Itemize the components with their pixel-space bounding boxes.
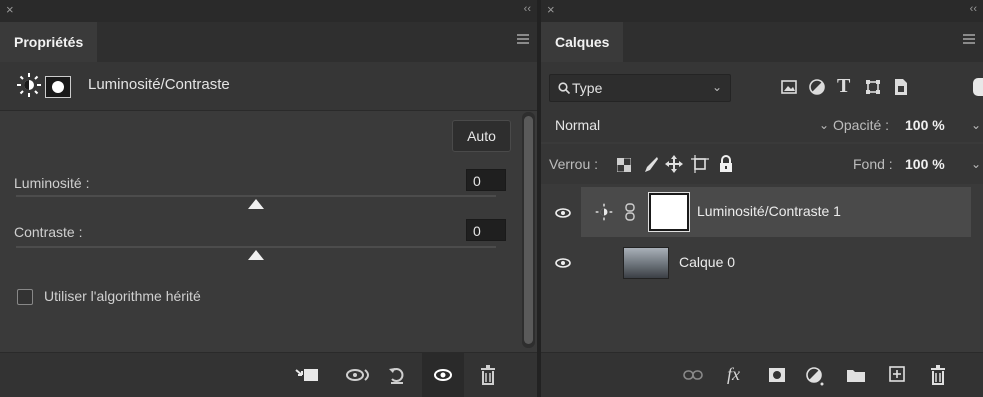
lock-row: Verrou : Fond : 100 % ⌄ [541, 144, 983, 184]
layer-visibility-eye-icon[interactable] [555, 258, 571, 268]
contrast-slider-track[interactable] [16, 246, 496, 248]
contrast-slider-thumb[interactable] [248, 250, 264, 260]
add-mask-icon[interactable] [769, 368, 785, 382]
auto-button[interactable]: Auto [452, 120, 511, 152]
properties-topbar: × ‹‹ [0, 0, 537, 22]
tab-properties[interactable]: Propriétés [0, 22, 98, 62]
type-filter-icon[interactable]: T [837, 75, 850, 98]
filter-type-value: Type [572, 80, 603, 96]
panel-menu-icon[interactable] [963, 34, 975, 45]
lock-label: Verrou : [549, 156, 599, 172]
trash-icon[interactable] [930, 365, 946, 385]
close-icon[interactable]: × [547, 2, 555, 17]
layer-name[interactable]: Luminosité/Contraste 1 [697, 203, 841, 219]
fill-label: Fond : [853, 156, 893, 172]
chevron-down-icon[interactable]: ⌄ [971, 118, 981, 132]
properties-panel: × ‹‹ Propriétés Luminosité/Contraste Aut… [0, 0, 537, 397]
fill-value[interactable]: 100 % [905, 156, 945, 172]
legacy-checkbox[interactable] [17, 289, 33, 305]
smart-object-filter-icon[interactable] [894, 78, 908, 96]
layer-row-background[interactable]: Calque 0 [581, 238, 971, 288]
search-icon [558, 82, 570, 94]
panel-menu-icon[interactable] [517, 34, 529, 45]
new-layer-icon[interactable] [889, 366, 905, 382]
brightness-adjustment-icon [595, 203, 613, 221]
layer-name[interactable]: Calque 0 [679, 254, 735, 270]
toggle-visibility-button[interactable] [422, 353, 464, 397]
lock-pixels-icon[interactable] [641, 156, 659, 174]
brightness-slider-thumb[interactable] [248, 199, 264, 209]
blend-row: Normal ⌄ Opacité : 100 % ⌄ [541, 112, 983, 142]
fx-icon[interactable]: fx [727, 364, 740, 385]
chevron-down-icon[interactable]: ⌄ [971, 157, 981, 171]
layers-panel: × ‹‹ Calques Type ⌄ T Normal ⌄ Opacité:… [541, 0, 983, 397]
chevron-down-icon: ⌄ [711, 80, 722, 94]
brightness-label: Luminosité : [14, 175, 90, 191]
layers-tab-row: Calques [541, 22, 983, 63]
opacity-label: Opacité : [833, 117, 890, 133]
view-previous-icon[interactable] [345, 367, 373, 383]
link-layers-icon[interactable] [683, 370, 703, 380]
layer-visibility-eye-icon[interactable] [555, 208, 571, 218]
brightness-icon [17, 73, 41, 97]
layer-mask-icon[interactable] [45, 76, 71, 98]
reset-icon[interactable] [387, 365, 407, 385]
tab-layers[interactable]: Calques [541, 22, 624, 62]
lock-artboard-icon[interactable] [691, 155, 709, 173]
new-adjustment-icon[interactable] [806, 367, 826, 387]
properties-tab-row: Propriétés [0, 22, 537, 63]
brightness-slider-track[interactable] [16, 195, 496, 197]
trash-icon[interactable] [480, 365, 496, 385]
adjustment-header: Luminosité/Contraste [0, 62, 537, 111]
layer-thumbnail[interactable] [623, 247, 669, 279]
contrast-label: Contraste : [14, 224, 83, 240]
adjustment-title: Luminosité/Contraste [88, 76, 230, 93]
layers-footer: fx [541, 352, 983, 397]
filter-type-select[interactable]: Type ⌄ [549, 74, 731, 102]
folder-icon[interactable] [847, 368, 865, 382]
lock-transparency-icon[interactable] [617, 158, 631, 172]
clip-to-layer-icon[interactable] [294, 367, 320, 383]
filter-row: Type ⌄ T [541, 62, 983, 112]
layers-topbar: × ‹‹ [541, 0, 983, 22]
contrast-input[interactable]: 0 [466, 219, 506, 241]
eye-icon [434, 369, 452, 381]
layer-row-brightness-contrast[interactable]: Luminosité/Contraste 1 [581, 187, 971, 237]
properties-scrollbar[interactable] [522, 112, 535, 348]
filter-toggle-switch[interactable] [973, 78, 983, 96]
close-icon[interactable]: × [6, 2, 14, 17]
lock-position-icon[interactable] [665, 155, 683, 173]
shape-filter-icon[interactable] [865, 79, 881, 95]
properties-footer [0, 352, 537, 397]
adjustment-filter-icon[interactable] [809, 79, 825, 95]
link-icon[interactable] [625, 203, 635, 221]
collapse-icon[interactable]: ‹‹ [970, 3, 977, 15]
layer-mask-thumbnail[interactable] [649, 193, 689, 231]
opacity-value[interactable]: 100 % [905, 117, 945, 133]
brightness-input[interactable]: 0 [466, 169, 506, 191]
collapse-icon[interactable]: ‹‹ [524, 3, 531, 15]
lock-all-icon[interactable] [719, 155, 733, 173]
legacy-label[interactable]: Utiliser l'algorithme hérité [44, 288, 201, 304]
image-filter-icon[interactable] [781, 80, 797, 94]
blend-mode-value[interactable]: Normal [555, 117, 600, 133]
chevron-down-icon[interactable]: ⌄ [819, 118, 829, 132]
